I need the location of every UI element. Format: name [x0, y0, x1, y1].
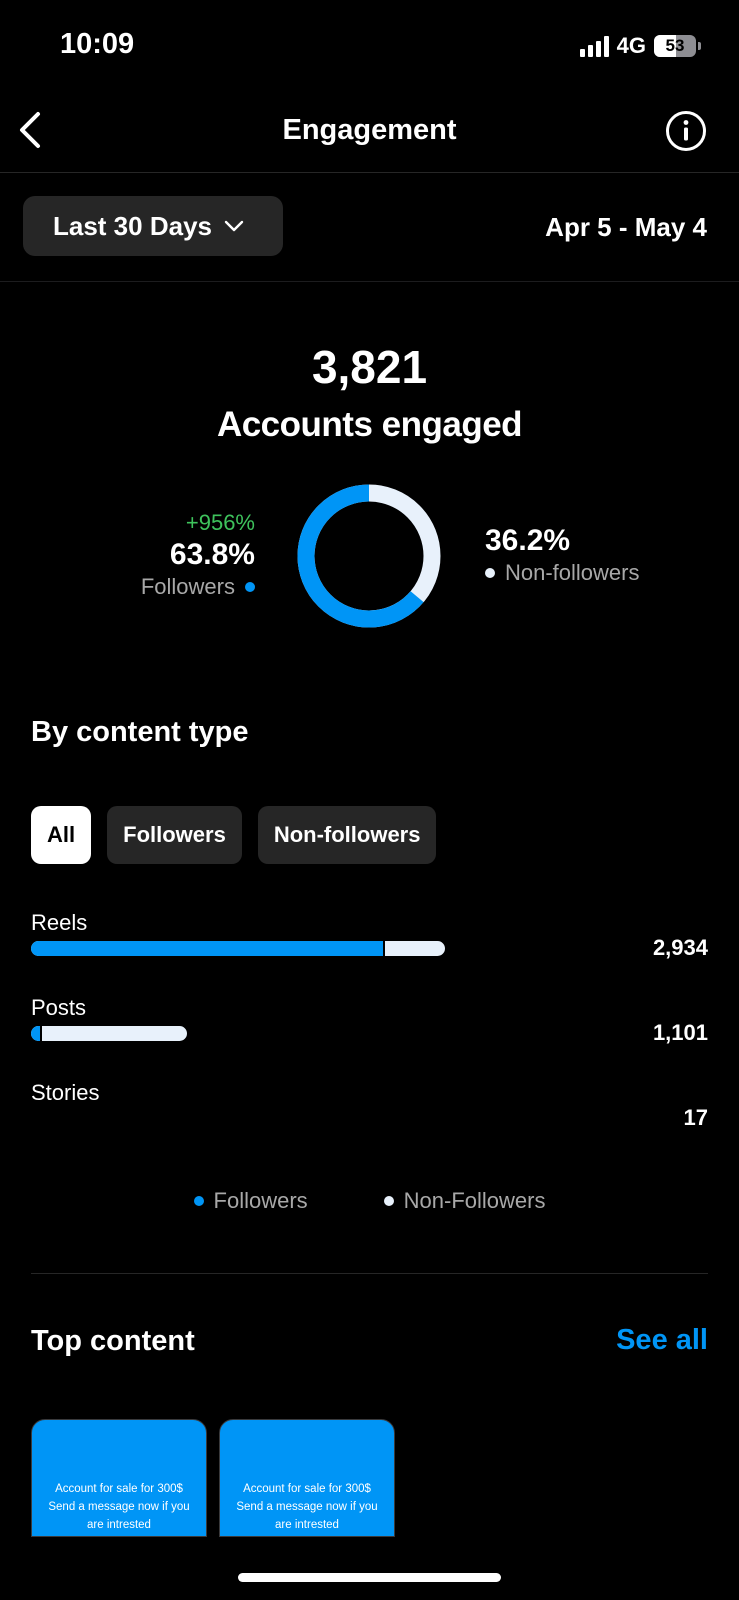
- content-row-stories: Stories 17: [31, 1080, 708, 1150]
- non-followers-dot: [485, 568, 495, 578]
- posts-followers-bar: [31, 1026, 42, 1041]
- reels-followers-bar: [31, 941, 386, 956]
- network-type: 4G: [616, 33, 646, 58]
- header: Engagement: [0, 88, 739, 173]
- content-row-value: 2,934: [652, 935, 708, 960]
- date-range-dropdown[interactable]: Last 30 Days: [23, 196, 283, 256]
- top-content-thumbnail[interactable]: Account for sale for 300$ Send a message…: [219, 1419, 395, 1537]
- tab-followers[interactable]: Followers: [107, 806, 242, 864]
- see-all-link[interactable]: See all: [616, 1324, 708, 1357]
- status-time: 10:09: [60, 28, 135, 60]
- home-indicator[interactable]: [238, 1573, 501, 1582]
- accounts-engaged-count: 3,821: [311, 341, 428, 393]
- thumbnail-text: Account for sale for 300$ Send a message…: [236, 1483, 378, 1531]
- content-row-value: 17: [683, 1105, 708, 1130]
- battery-level: 53: [665, 36, 685, 55]
- non-followers-legend-dot: [383, 1196, 394, 1206]
- accounts-engaged-label: Accounts engaged: [216, 405, 523, 444]
- non-followers-percent: 36.2%: [485, 524, 571, 557]
- followers-legend-label: Followers: [213, 1188, 308, 1213]
- signal-icon: [579, 35, 609, 57]
- non-followers-label: Non-followers: [505, 560, 640, 585]
- chevron-down-icon: [224, 220, 244, 232]
- content-type-legend: Followers Non-Followers: [0, 1186, 739, 1214]
- top-content-title: Top content: [31, 1325, 195, 1357]
- content-row-label: Reels: [31, 910, 88, 935]
- page-title: Engagement: [282, 114, 457, 146]
- thumbnail-text: Account for sale for 300$ Send a message…: [48, 1483, 190, 1531]
- content-type-tabs: All Followers Non-followers: [31, 806, 437, 864]
- followers-label: Followers: [140, 574, 235, 599]
- date-range-text: Apr 5 - May 4: [545, 212, 707, 242]
- reels-bar: [31, 941, 445, 956]
- non-followers-stats: 36.2% Non-followers: [485, 524, 640, 586]
- non-followers-legend-label: Non-Followers: [403, 1188, 546, 1213]
- content-row-label: Stories: [31, 1080, 100, 1105]
- tab-all[interactable]: All: [31, 806, 92, 864]
- date-range-dropdown-label: Last 30 Days: [53, 210, 212, 241]
- followers-dot: [245, 582, 255, 592]
- content-row-value: 1,101: [652, 1020, 708, 1045]
- status-indicators: 4G 53: [579, 33, 701, 59]
- content-row-posts: Posts 1,101: [31, 995, 708, 1065]
- top-content-thumbnail[interactable]: Account for sale for 300$ Send a message…: [31, 1419, 207, 1537]
- posts-bar: [31, 1026, 187, 1041]
- content-row-reels: Reels 2,934: [31, 910, 708, 980]
- followers-stats: +956% 63.8% Followers: [141, 510, 255, 600]
- tab-non-followers[interactable]: Non-followers: [257, 806, 437, 864]
- section-divider: [31, 1273, 708, 1274]
- followers-percent: 63.8%: [169, 538, 255, 571]
- content-row-label: Posts: [31, 995, 87, 1020]
- followers-growth: +956%: [185, 510, 255, 535]
- battery-icon: 53: [654, 35, 696, 57]
- followers-legend-dot: [193, 1196, 204, 1206]
- engagement-donut-chart: [297, 484, 441, 628]
- content-type-title: By content type: [31, 716, 249, 748]
- info-icon[interactable]: [665, 110, 707, 152]
- filter-row: Last 30 Days Apr 5 - May 4: [0, 174, 739, 282]
